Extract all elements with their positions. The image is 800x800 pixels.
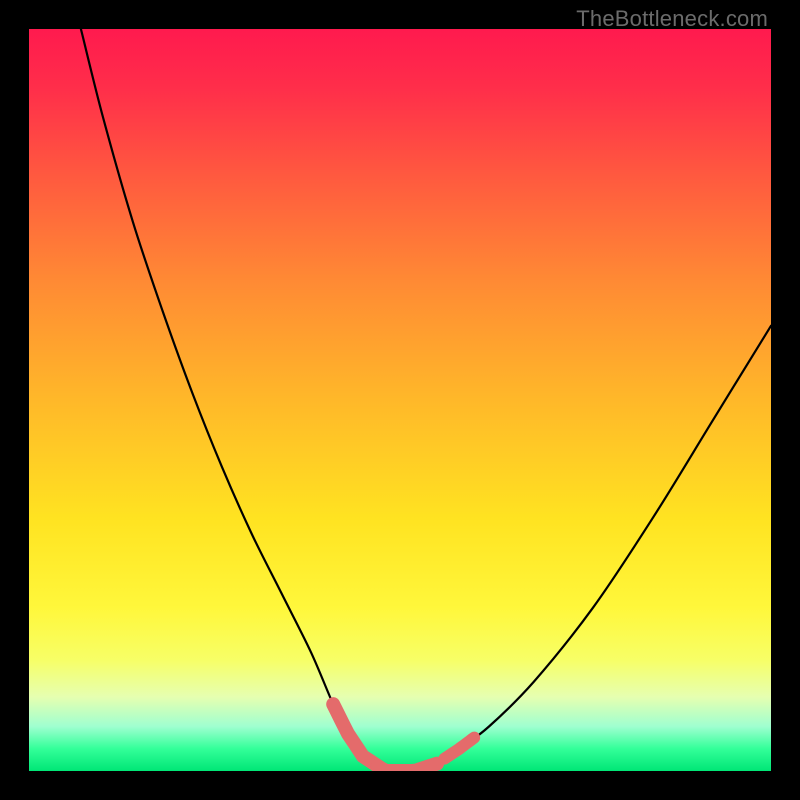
chart-frame: TheBottleneck.com <box>0 0 800 800</box>
plot-area <box>29 29 771 771</box>
curve-layer <box>29 29 771 771</box>
watermark-text: TheBottleneck.com <box>576 6 768 32</box>
bottleneck-curve <box>81 29 771 771</box>
trough-marker-flat <box>378 764 437 771</box>
trough-marker-right <box>445 738 475 759</box>
trough-markers <box>333 704 474 771</box>
